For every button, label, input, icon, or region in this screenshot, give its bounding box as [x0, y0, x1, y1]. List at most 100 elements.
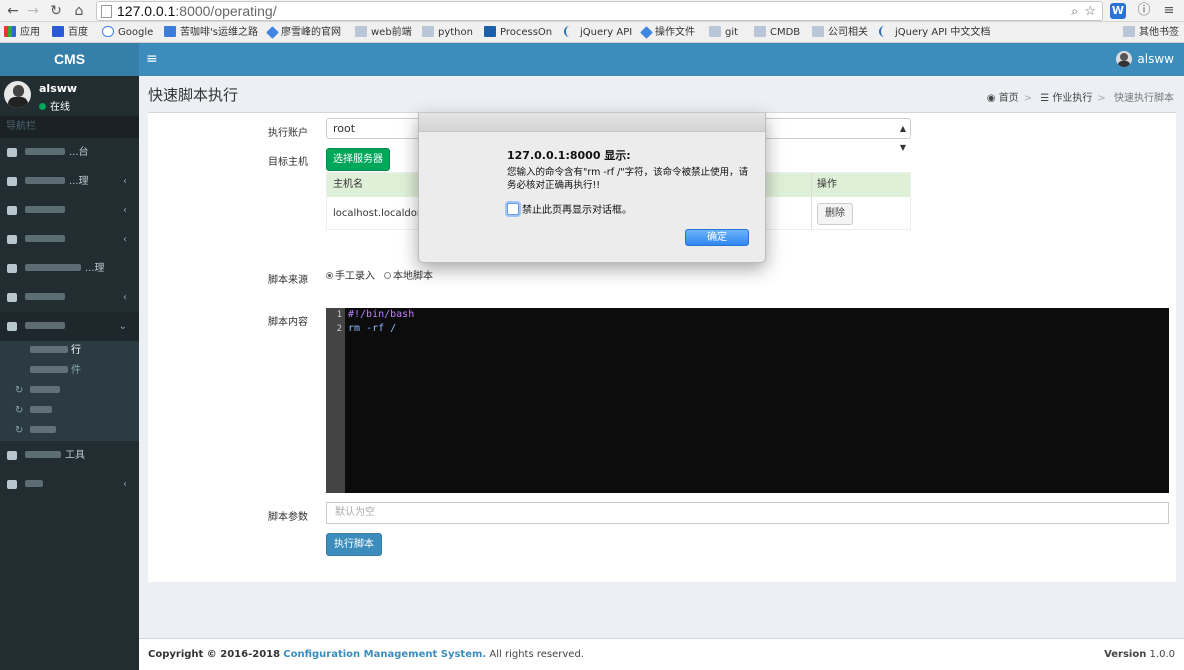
- zoom-icon[interactable]: ⌕: [1071, 2, 1078, 20]
- line-number: 2: [336, 324, 342, 334]
- line-gutter: 1 2: [326, 308, 345, 493]
- sidebar-item-6[interactable]: ‹: [0, 283, 139, 312]
- bookmark-git[interactable]: git: [709, 25, 738, 40]
- bookmark-liaoxuefeng[interactable]: 廖雪峰的官网: [266, 25, 341, 40]
- sidebar-item-5[interactable]: ...理: [0, 254, 139, 283]
- dashboard-icon: [7, 235, 17, 244]
- jquery-icon: [879, 26, 891, 37]
- bookmark-other[interactable]: 其他书签: [1123, 25, 1179, 40]
- column-header-action: 操作: [817, 179, 837, 190]
- sidebar-toggle-icon[interactable]: ≡: [146, 51, 158, 67]
- sidebar: alsww 在线 导航栏 ...台 ...理 ‹ ‹ ‹ ...理 ‹ ⌄ 行 件…: [0, 76, 139, 670]
- code-editor[interactable]: 1 2 #!/bin/bash rm -rf /: [326, 308, 1169, 493]
- sidebar-item-job[interactable]: ⌄: [0, 312, 139, 341]
- chevron-left-icon: ‹: [123, 479, 127, 490]
- sidebar-item-1[interactable]: ...台: [0, 138, 139, 167]
- logo[interactable]: CMS: [0, 43, 139, 76]
- page-icon: [101, 5, 112, 18]
- radio-local-script[interactable]: 本地脚本: [384, 267, 433, 282]
- run-script-button[interactable]: 执行脚本: [326, 533, 382, 556]
- line-number: 1: [336, 310, 342, 320]
- submenu: 行 件 ↻ ↻ ↻: [0, 341, 139, 441]
- sidebar-item-tools[interactable]: 工具: [0, 441, 139, 470]
- submenu-item-4[interactable]: ↻: [0, 401, 139, 421]
- bookmark-web-frontend[interactable]: web前端: [355, 25, 412, 40]
- sidebar-item-3[interactable]: ‹: [0, 196, 139, 225]
- version: Version 1.0.0: [1104, 649, 1175, 660]
- target-label: 目标主机: [268, 157, 308, 168]
- user-panel: alsww 在线: [0, 76, 139, 116]
- chevron-left-icon: ‹: [123, 292, 127, 303]
- content-header: 快速脚本执行 ◉ 首页 > ☰ 作业执行 > 快速执行脚本: [139, 76, 1184, 112]
- forward-icon[interactable]: →: [24, 2, 42, 20]
- bookmark-python[interactable]: python: [422, 25, 473, 40]
- dialog-suppress-checkbox[interactable]: 禁止此页再显示对话框。: [507, 201, 632, 216]
- dialog-ok-button[interactable]: 确定: [685, 229, 749, 246]
- alert-dialog: 127.0.0.1:8000 显示: 您输入的命令含有"rm -rf /"字符，…: [418, 113, 766, 263]
- breadcrumb-home[interactable]: 首页: [999, 93, 1019, 104]
- home-icon[interactable]: ⌂: [70, 2, 88, 20]
- sidebar-item-8[interactable]: ‹: [0, 470, 139, 499]
- bookmark-apps[interactable]: 应用: [4, 25, 40, 40]
- dialog-title: 127.0.0.1:8000 显示:: [507, 149, 631, 162]
- submenu-item-quick-exec[interactable]: 行: [0, 341, 139, 361]
- breadcrumb-job[interactable]: 作业执行: [1052, 93, 1092, 104]
- account-label: 执行账户: [268, 128, 308, 139]
- chevron-left-icon: ‹: [123, 205, 127, 216]
- submenu-item-file[interactable]: 件: [0, 361, 139, 381]
- company-link[interactable]: Configuration Management System.: [283, 649, 486, 660]
- dashboard-icon: [7, 206, 17, 215]
- chevron-left-icon: ‹: [123, 176, 127, 187]
- bookmark-baidu[interactable]: 百度: [52, 25, 88, 40]
- bookmark-jquery-api[interactable]: jQuery API: [564, 25, 632, 40]
- list-icon: [7, 480, 17, 489]
- bookmark-company[interactable]: 公司相关: [812, 25, 868, 40]
- avatar: [1116, 51, 1133, 67]
- page-title: 快速脚本执行: [148, 86, 239, 104]
- radio-unchecked-icon: [384, 272, 391, 279]
- url-path: :8000/operating/: [175, 3, 277, 19]
- delete-button[interactable]: 删除: [817, 203, 853, 225]
- info-icon[interactable]: ⓘ: [1135, 2, 1153, 20]
- address-bar[interactable]: 127.0.0.1:8000/operating/ ⌕ ☆: [96, 1, 1103, 21]
- bookmark-google[interactable]: Google: [102, 25, 153, 40]
- folder-icon: [754, 26, 766, 37]
- radio-manual[interactable]: 手工录入: [326, 267, 375, 282]
- sidebar-item-2[interactable]: ...理 ‹: [0, 167, 139, 196]
- params-input[interactable]: 默认为空: [326, 502, 1169, 524]
- refresh-icon: ↻: [15, 405, 24, 416]
- user-status: 在线: [39, 98, 70, 113]
- dialog-titlebar: [419, 113, 765, 132]
- star-icon[interactable]: ☆: [1084, 2, 1096, 20]
- bookmark-kukafei[interactable]: 苦咖啡's运维之路: [164, 25, 258, 40]
- user-name: alsww: [39, 82, 78, 95]
- radio-checked-icon: [326, 272, 333, 279]
- back-icon[interactable]: ←: [4, 2, 22, 20]
- footer: Copyright © 2016-2018 Configuration Mana…: [139, 638, 1184, 670]
- code-content: #!/bin/bash rm -rf /: [348, 308, 414, 336]
- apps-icon: [4, 26, 16, 37]
- bookmark-processon[interactable]: ProcessOn: [484, 25, 552, 40]
- nav-header: 导航栏: [0, 116, 139, 138]
- refresh-icon: ↻: [15, 385, 24, 396]
- params-label: 脚本参数: [268, 512, 308, 523]
- bookmark-jquery-cn[interactable]: jQuery API 中文文档: [879, 25, 990, 40]
- submenu-item-5[interactable]: ↻: [0, 421, 139, 441]
- user-menu[interactable]: alsww: [1110, 43, 1184, 76]
- menu-icon[interactable]: ≡: [1160, 2, 1178, 20]
- extension-w-icon[interactable]: W: [1110, 3, 1126, 19]
- folder-icon: [355, 26, 367, 37]
- submenu-item-3[interactable]: ↻: [0, 381, 139, 401]
- header-username: alsww: [1137, 52, 1174, 66]
- sidebar-item-4[interactable]: ‹: [0, 225, 139, 254]
- folder-icon: [709, 26, 721, 37]
- reload-icon[interactable]: ↻: [47, 2, 65, 20]
- checkbox-icon: [507, 203, 519, 215]
- rocket-icon: [640, 26, 653, 39]
- bookmark-operate-files[interactable]: 操作文件: [640, 25, 695, 40]
- select-server-button[interactable]: 选择服务器: [326, 148, 390, 171]
- refresh-icon: ↻: [15, 425, 24, 436]
- bookmark-cmdb[interactable]: CMDB: [754, 25, 800, 40]
- list-icon: ☰: [1040, 93, 1050, 104]
- breadcrumb-current: 快速执行脚本: [1114, 93, 1174, 104]
